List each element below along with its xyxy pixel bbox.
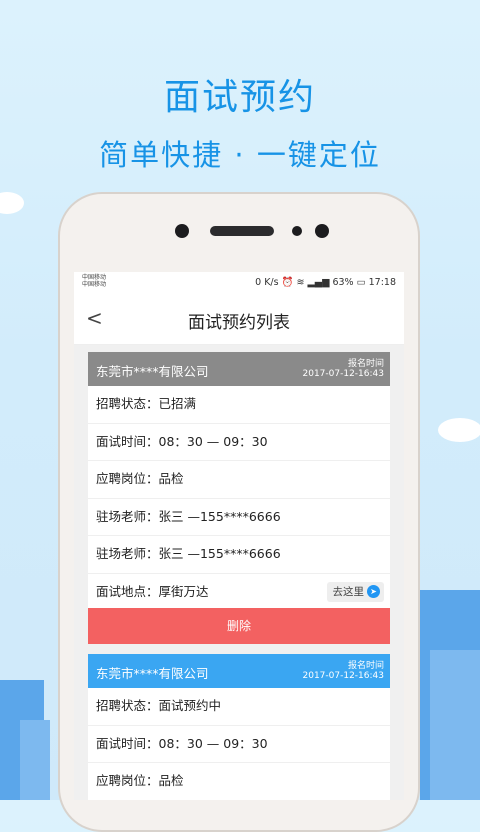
net-speed: 0 K/s: [255, 277, 279, 288]
promo-subtitle: 简单快捷 · 一键定位: [99, 138, 381, 172]
register-info: 报名时间 2017-07-12-16:43: [303, 356, 385, 379]
delete-button[interactable]: 删除: [88, 608, 390, 644]
register-label: 报名时间: [347, 359, 384, 369]
signal-icon: ▂▄▆: [307, 277, 330, 288]
sensor-icon-2: [315, 224, 329, 238]
building-left-2: [20, 720, 50, 800]
interview-location: 面试地点：厚街万达 去这里 ➤: [88, 574, 390, 611]
register-time: 2017-07-12-16:43: [302, 671, 385, 681]
position: 应聘岗位：品检: [88, 763, 390, 800]
interview-time: 面试时间：08：30 — 09：30: [88, 424, 390, 461]
sensor-icon: [292, 226, 302, 236]
cloud-right: [438, 418, 480, 442]
battery-icon: ▭: [356, 277, 366, 288]
speaker-grille: [210, 226, 274, 236]
status-bar: 中国移动 中国移动 0 K/s ⏰ ≋ ▂▄▆ 63% ▭ 17:18: [74, 272, 404, 294]
appointment-card: 东莞市****有限公司 报名时间 2017-07-12-16:43 招聘状态：面…: [88, 654, 390, 800]
nav-bar: < 面试预约列表: [74, 294, 404, 345]
recruit-status: 招聘状态：面试预约中: [88, 688, 390, 726]
onsite-teacher: 驻场老师：张三 —155****6666: [88, 499, 390, 536]
promo-title: 面试预约: [163, 77, 316, 118]
front-camera-icon: [175, 224, 189, 238]
status-right: 0 K/s ⏰ ≋ ▂▄▆ 63% ▭ 17:18: [255, 277, 396, 288]
go-here-button[interactable]: 去这里 ➤: [326, 581, 384, 602]
recruit-status: 招聘状态：已招满: [88, 386, 390, 424]
company-name: 东莞市****有限公司: [96, 364, 209, 379]
company-name: 东莞市****有限公司: [96, 666, 209, 681]
clock: 17:18: [368, 277, 396, 288]
carrier-info: 中国移动 中国移动: [82, 274, 106, 288]
card-header: 东莞市****有限公司 报名时间 2017-07-12-16:43: [88, 654, 390, 688]
app-screen: 中国移动 中国移动 0 K/s ⏰ ≋ ▂▄▆ 63% ▭ 17:18 < 面试…: [74, 272, 404, 800]
card-header: 东莞市****有限公司 报名时间 2017-07-12-16:43: [88, 352, 390, 386]
building-right-2: [430, 650, 480, 800]
register-info: 报名时间 2017-07-12-16:43: [303, 658, 385, 681]
location-text: 面试地点：厚街万达: [96, 583, 209, 599]
go-here-label: 去这里: [332, 585, 365, 598]
wifi-icon: ≋: [296, 277, 305, 288]
onsite-teacher-2: 驻场老师：张三 —155****6666: [88, 536, 390, 574]
carrier-2: 中国移动: [82, 281, 107, 288]
interview-time: 面试时间：08：30 — 09：30: [88, 726, 390, 763]
alarm-icon: ⏰: [281, 277, 294, 288]
battery-percent: 63%: [332, 277, 354, 288]
position: 应聘岗位：品检: [88, 461, 390, 499]
register-time: 2017-07-12-16:43: [302, 369, 385, 379]
appointment-card: 东莞市****有限公司 报名时间 2017-07-12-16:43 招聘状态：已…: [88, 352, 390, 610]
register-label: 报名时间: [347, 661, 384, 671]
cloud-left: [0, 192, 24, 214]
location-icon: ➤: [367, 585, 380, 598]
carrier-1: 中国移动: [82, 274, 107, 281]
page-title: 面试预约列表: [188, 313, 290, 333]
